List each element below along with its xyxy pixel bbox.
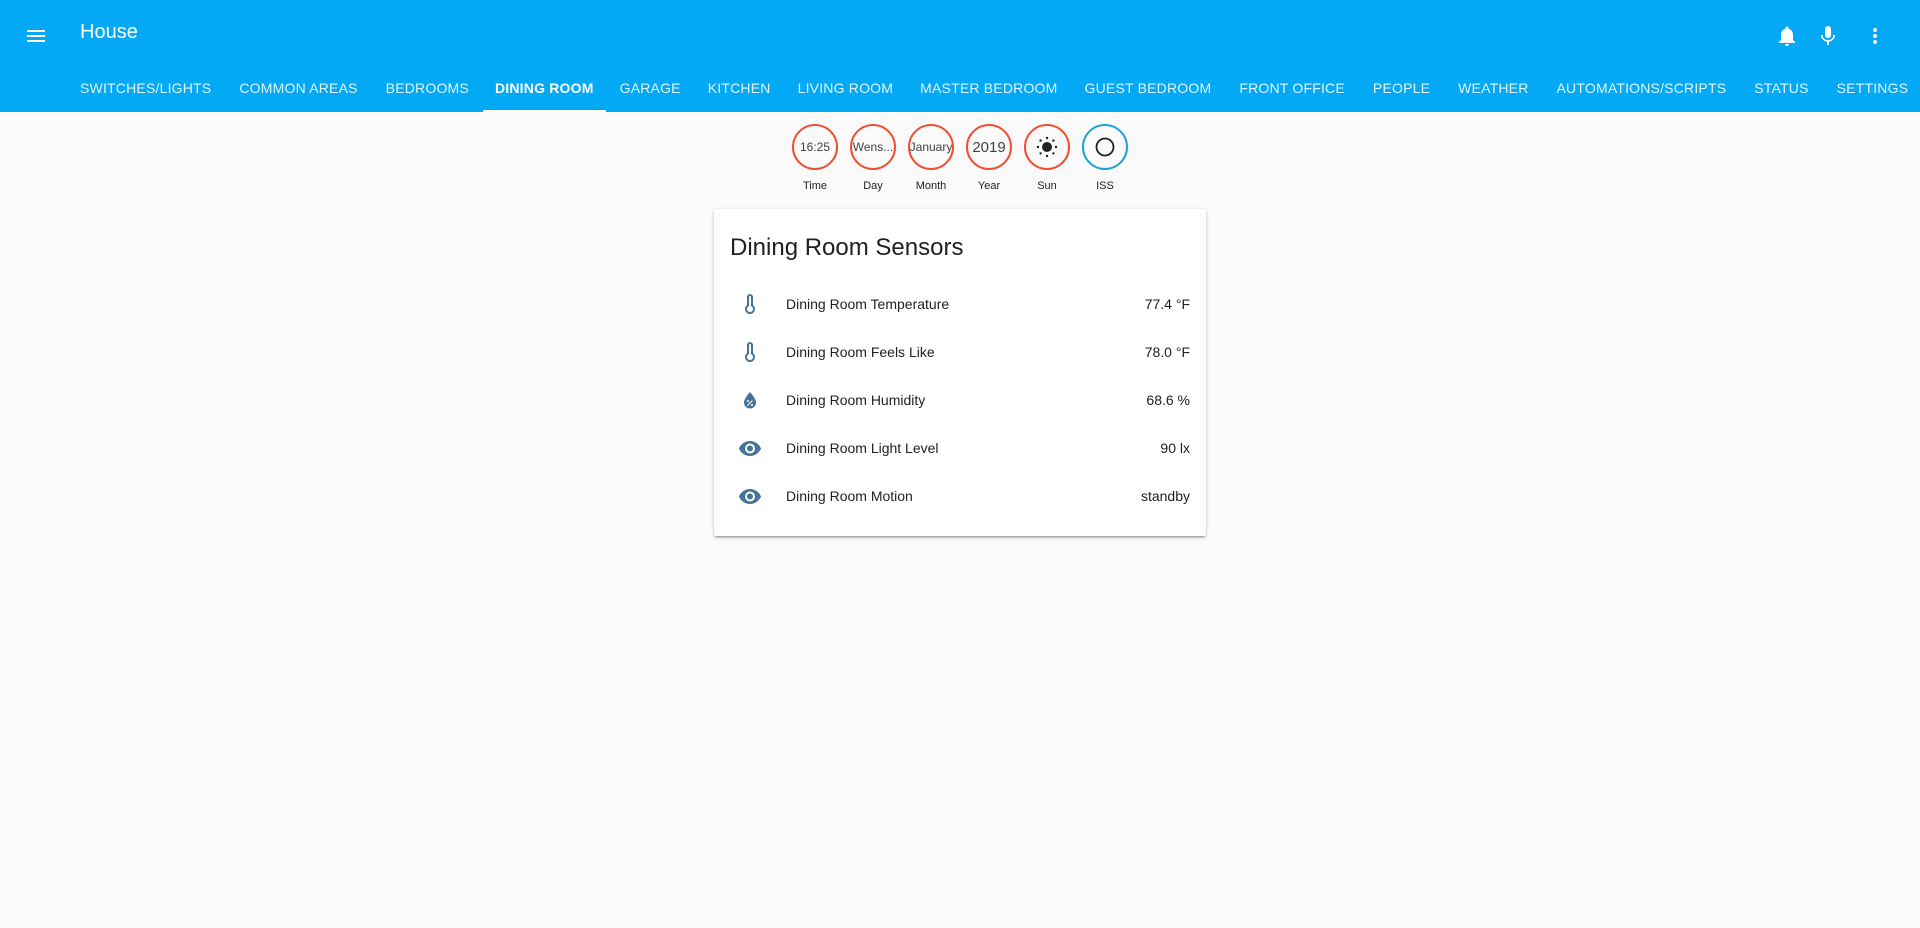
entity-row-light-level[interactable]: Dining Room Light Level 90 lx <box>730 428 1190 468</box>
entity-state: 68.6 % <box>1146 392 1190 408</box>
app-title: House <box>80 21 138 43</box>
bell-icon <box>1779 26 1795 46</box>
badge-circle: January <box>908 124 954 170</box>
entity-icon-wrap <box>730 284 770 324</box>
badge-circle <box>1082 124 1128 170</box>
badge-label: Month <box>915 180 947 192</box>
tab-weather[interactable]: WEATHER <box>1444 64 1542 112</box>
entity-name: Dining Room Humidity <box>786 392 926 408</box>
badge-value: 2019 <box>972 138 1006 156</box>
circle-outline-icon <box>1095 137 1115 157</box>
card-title: Dining Room Sensors <box>730 234 964 261</box>
tab-automations-scripts[interactable]: AUTOMATIONS/SCRIPTS <box>1543 64 1741 112</box>
badge-value: 16:25 <box>799 140 831 154</box>
entity-icon-wrap <box>730 476 770 516</box>
entity-state: 90 lx <box>1160 440 1190 456</box>
entity-icon-wrap <box>730 380 770 420</box>
badge-circle <box>1024 124 1070 170</box>
entity-state: standby <box>1140 488 1190 504</box>
microphone-icon <box>1821 26 1835 45</box>
entity-name: Dining Room Motion <box>786 488 913 504</box>
entity-row-feels-like[interactable]: Dining Room Feels Like 78.0 °F <box>730 332 1190 372</box>
entity-state: 77.4 °F <box>1144 296 1190 312</box>
tab-people[interactable]: PEOPLE <box>1359 64 1444 112</box>
badge-sun[interactable]: Sun <box>1023 124 1071 192</box>
entity-row-motion[interactable]: Dining Room Motion standby <box>730 476 1190 516</box>
tab-bedrooms[interactable]: BEDROOMS <box>372 64 483 112</box>
tab-status[interactable]: STATUS <box>1740 64 1822 112</box>
badge-row: 16:25 Time Wens... Day January Month 201… <box>0 124 1920 192</box>
eye-icon <box>739 489 761 504</box>
badge-value: January <box>909 140 953 154</box>
more-vert-icon <box>1873 28 1877 44</box>
tab-master-bedroom[interactable]: MASTER BEDROOM <box>907 64 1070 112</box>
badge-label: Sun <box>1037 180 1057 192</box>
entity-row-humidity[interactable]: Dining Room Humidity 68.6 % <box>730 380 1190 420</box>
entity-name: Dining Room Temperature <box>786 296 950 312</box>
badge-iss[interactable]: ISS <box>1081 124 1129 192</box>
tab-guest-bedroom[interactable]: GUEST BEDROOM <box>1071 64 1226 112</box>
tab-dining-room[interactable]: DINING ROOM <box>482 64 606 112</box>
thermometer-icon <box>745 342 755 362</box>
entity-name: Dining Room Feels Like <box>786 344 935 360</box>
badge-label: Year <box>977 180 1001 192</box>
badge-circle: 16:25 <box>792 124 838 170</box>
badge-month[interactable]: January Month <box>907 124 955 192</box>
menu-button[interactable] <box>16 16 56 56</box>
view-tabs: SWITCHES/LIGHTS COMMON AREAS BEDROOMS DI… <box>68 64 1920 112</box>
badge-time[interactable]: 16:25 Time <box>791 124 839 192</box>
entity-name: Dining Room Light Level <box>786 440 939 456</box>
entity-icon-wrap <box>730 428 770 468</box>
badge-circle: 2019 <box>966 124 1012 170</box>
entity-row-temperature[interactable]: Dining Room Temperature 77.4 °F <box>730 284 1190 324</box>
tab-switches-lights[interactable]: SWITCHES/LIGHTS <box>68 64 225 112</box>
notifications-button[interactable] <box>1767 16 1807 56</box>
app-toolbar: House SWITCHES/LIGHTS COMMON AREAS BEDRO… <box>0 0 1920 112</box>
badge-value: Wens... <box>852 140 894 154</box>
tab-settings[interactable]: SETTINGS <box>1823 64 1920 112</box>
thermometer-icon <box>745 294 755 314</box>
dining-room-sensors-card: Dining Room Sensors Dining Room Temperat… <box>714 209 1206 536</box>
badge-label: Day <box>863 180 883 192</box>
tab-garage[interactable]: GARAGE <box>606 64 695 112</box>
tab-common-areas[interactable]: COMMON AREAS <box>225 64 371 112</box>
water-percent-icon <box>744 392 756 409</box>
voice-button[interactable] <box>1808 16 1848 56</box>
eye-icon <box>739 441 761 456</box>
entity-icon-wrap <box>730 332 770 372</box>
tab-front-office[interactable]: FRONT OFFICE <box>1225 64 1359 112</box>
entity-state: 78.0 °F <box>1144 344 1190 360</box>
tab-kitchen[interactable]: KITCHEN <box>695 64 784 112</box>
badge-label: Time <box>802 180 828 192</box>
badge-year[interactable]: 2019 Year <box>965 124 1013 192</box>
badge-label: ISS <box>1096 180 1114 192</box>
tab-living-room[interactable]: LIVING ROOM <box>784 64 908 112</box>
badge-circle: Wens... <box>850 124 896 170</box>
more-options-button[interactable] <box>1855 16 1895 56</box>
badge-day[interactable]: Wens... Day <box>849 124 897 192</box>
menu-icon <box>27 30 45 42</box>
sun-icon <box>1036 136 1058 158</box>
